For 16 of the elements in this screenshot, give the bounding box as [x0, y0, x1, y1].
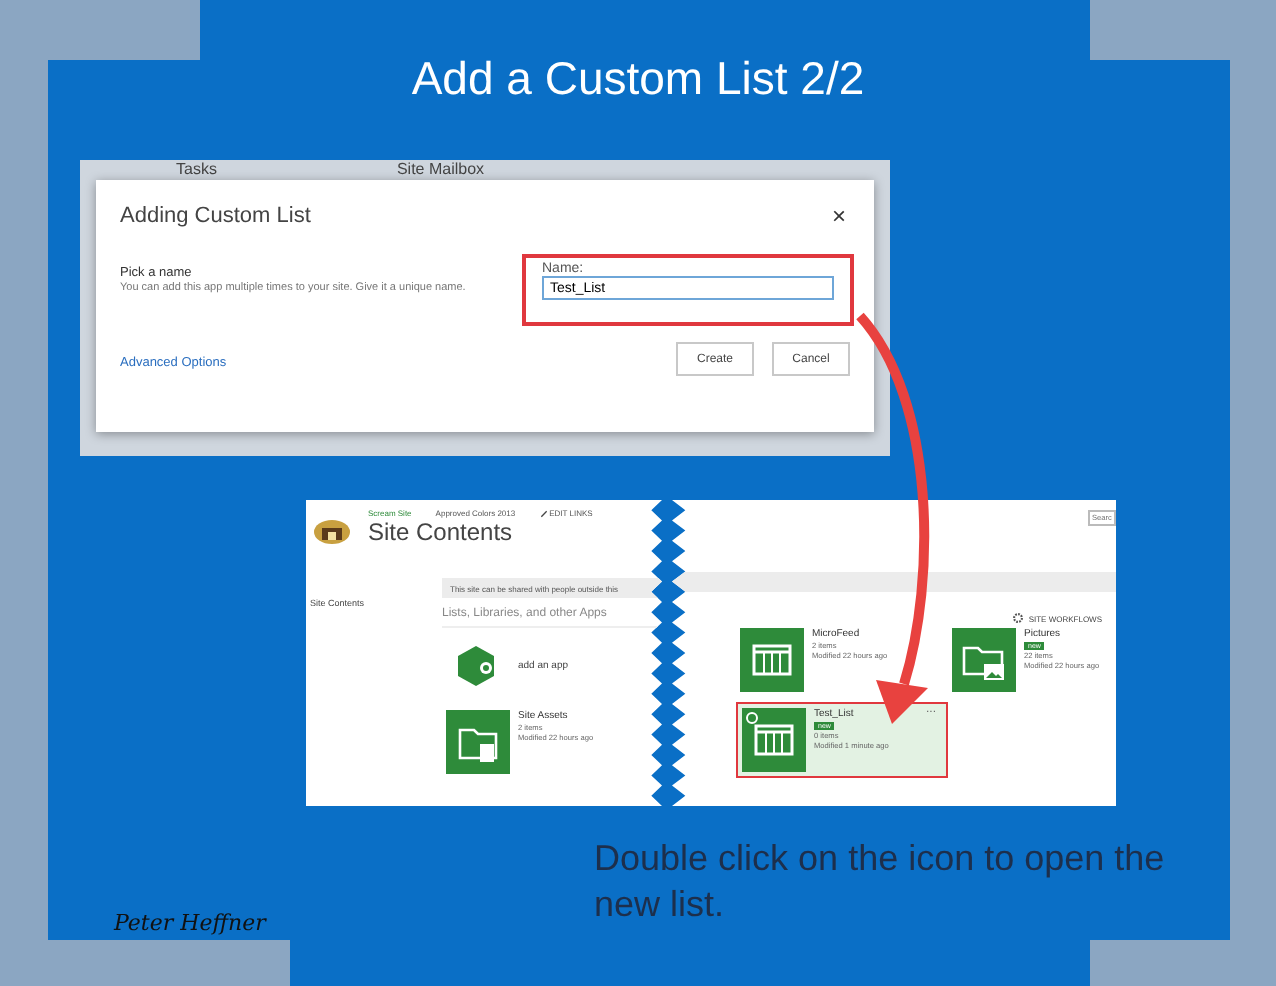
page-title: Site Contents	[368, 518, 515, 546]
pencil-icon	[539, 509, 548, 517]
author-signature: Peter Heffner	[114, 910, 266, 936]
close-button[interactable]: ×	[827, 202, 850, 230]
table-icon[interactable]	[740, 628, 804, 692]
slide-caption: Double click on the icon to open the new list.	[594, 836, 1167, 929]
slide-title: Add a Custom List 2/2	[409, 52, 867, 106]
table-icon[interactable]	[742, 708, 806, 772]
image-folder-icon[interactable]	[952, 628, 1016, 692]
logo-icon	[312, 516, 352, 548]
folder-icon[interactable]	[446, 710, 510, 774]
tile-label: Site Mailbox	[396, 160, 485, 180]
tile-label: Tasks	[176, 160, 217, 180]
dialog-title: Adding Custom List	[120, 204, 311, 228]
add-app-icon[interactable]	[454, 644, 498, 688]
settings-icon	[1012, 612, 1025, 624]
